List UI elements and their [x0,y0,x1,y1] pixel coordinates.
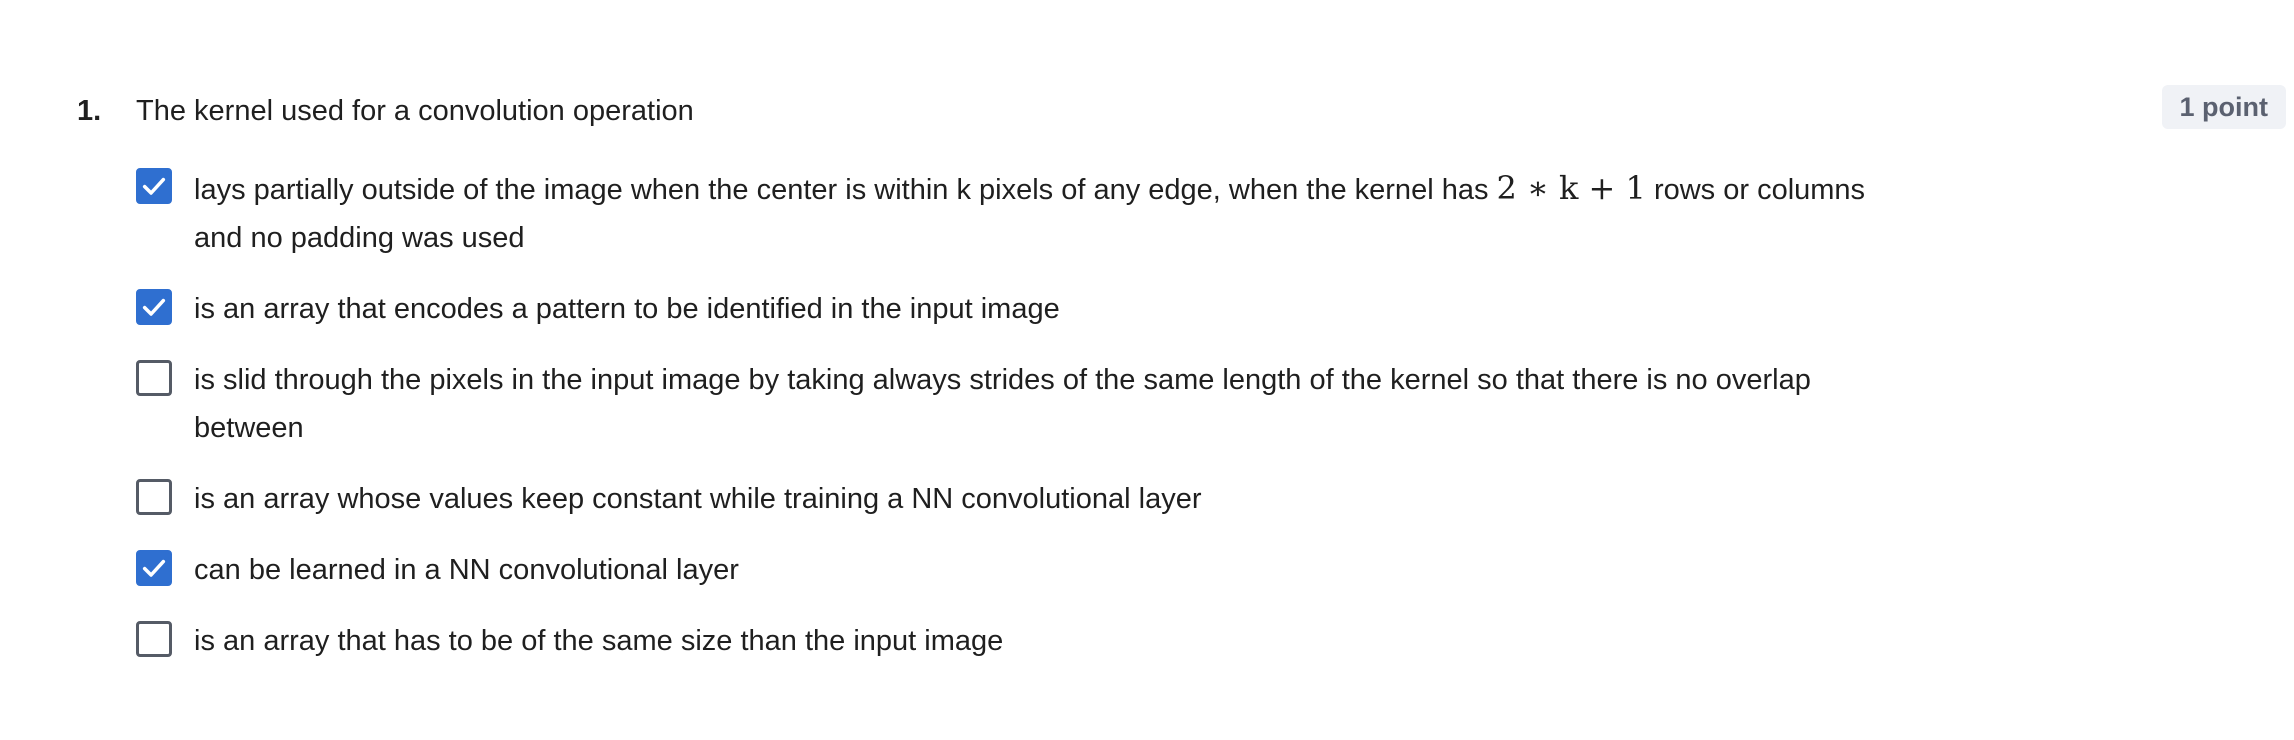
math-expression: 2 ∗ k + 1 [1496,169,1646,207]
option-label: is an array that encodes a pattern to be… [194,293,1060,325]
option-text-before: lays partially outside of the image when… [194,174,1489,206]
check-icon [142,298,166,316]
answer-options: lays partially outside of the image when… [136,164,1996,688]
checkbox[interactable] [136,621,172,657]
option-4[interactable]: is an array whose values keep constant w… [136,475,1996,523]
option-label: is slid through the pixels in the input … [194,364,1811,444]
option-label: can be learned in a NN convolutional lay… [194,554,739,586]
question-text: The kernel used for a convolution operat… [136,95,694,127]
option-1[interactable]: lays partially outside of the image when… [136,164,1996,262]
check-icon [142,559,166,577]
option-3[interactable]: is slid through the pixels in the input … [136,356,1996,452]
option-5[interactable]: can be learned in a NN convolutional lay… [136,546,1996,594]
checkbox[interactable] [136,550,172,586]
checkbox[interactable] [136,479,172,515]
check-icon [142,177,166,195]
checkbox[interactable] [136,168,172,204]
option-6[interactable]: is an array that has to be of the same s… [136,617,1996,665]
question-number: 1. [77,95,102,127]
option-2[interactable]: is an array that encodes a pattern to be… [136,285,1996,333]
option-label: lays partially outside of the image when… [194,164,1894,262]
checkbox[interactable] [136,289,172,325]
option-label: is an array whose values keep constant w… [194,483,1202,515]
points-badge: 1 point [2161,85,2286,129]
quiz-question: 1. The kernel used for a convolution ope… [0,0,2294,740]
option-label: is an array that has to be of the same s… [194,625,1004,657]
checkbox[interactable] [136,360,172,396]
